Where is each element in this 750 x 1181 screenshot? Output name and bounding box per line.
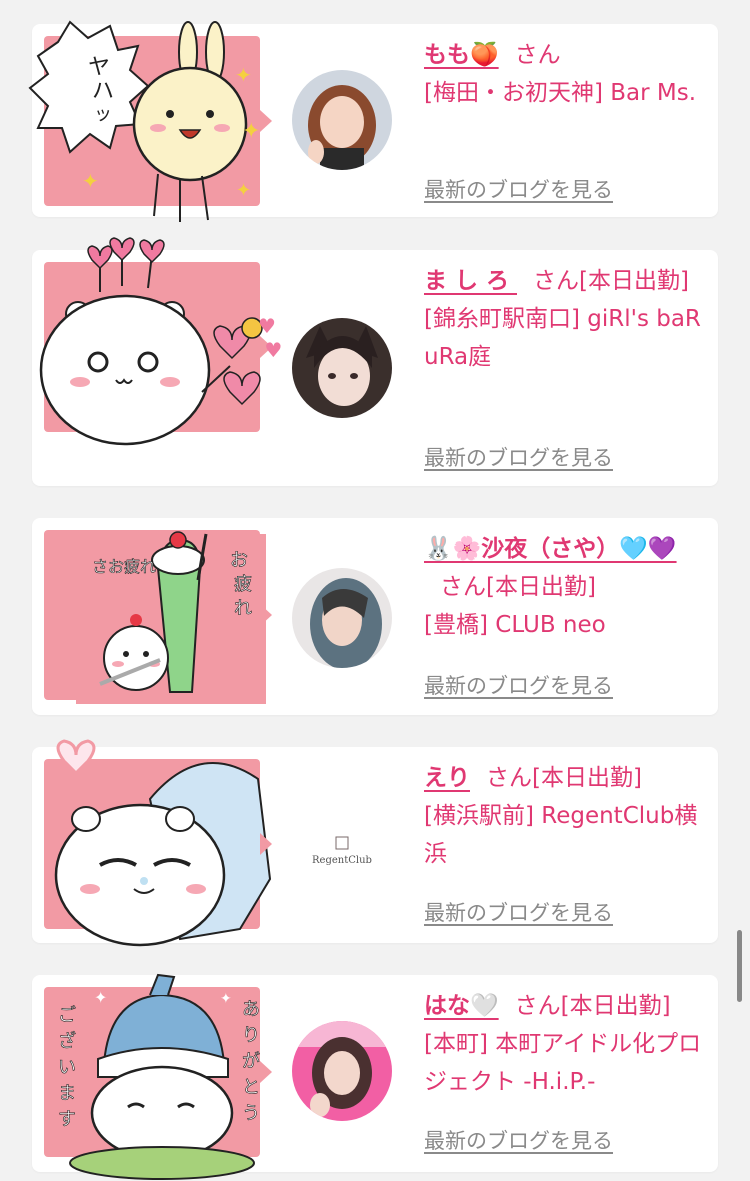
user-avatar[interactable] bbox=[292, 70, 392, 170]
blog-entry-card[interactable]: さお疲れ お 疲 れ 🐰🌸沙夜（さや）🩵💜 さん[本日出勤] [豊橋] CLUB … bbox=[32, 518, 718, 715]
work-status: [本日出勤] bbox=[560, 993, 671, 1019]
svg-text:い: い bbox=[58, 1057, 76, 1078]
latest-blog-link[interactable]: 最新のブログを見る bbox=[424, 442, 613, 472]
latest-blog-link[interactable]: 最新のブログを見る bbox=[424, 1125, 613, 1155]
character-stamp-image: ヤ ハ ッ ✦ ✦ ✦ ✦ bbox=[28, 20, 272, 222]
svg-text:う: う bbox=[242, 1103, 260, 1124]
work-status: [本日出勤] bbox=[486, 574, 596, 600]
svg-text:ご: ご bbox=[58, 1005, 76, 1026]
svg-text:✦: ✦ bbox=[82, 169, 99, 193]
shop-name: [錦糸町駅南口] giRl's baR uRa庭 bbox=[424, 306, 701, 370]
shop-logo-text: RegentClub bbox=[312, 855, 372, 866]
work-status: [本日出勤] bbox=[579, 268, 689, 294]
svg-text:✦: ✦ bbox=[220, 991, 232, 1007]
honorific-label: さん bbox=[486, 765, 532, 791]
shop-name: [豊橋] CLUB neo bbox=[424, 612, 606, 638]
svg-text:と: と bbox=[242, 1077, 260, 1098]
svg-text:ヤ: ヤ bbox=[88, 55, 110, 80]
user-avatar[interactable] bbox=[292, 318, 392, 418]
honorific-label: さん bbox=[514, 42, 561, 68]
honorific-label: さん bbox=[514, 993, 561, 1019]
svg-text:り: り bbox=[242, 1025, 260, 1046]
character-stamp-image: ご ざ い ま す あ り が と う ✦ ✦ bbox=[44, 973, 272, 1180]
svg-text:✦: ✦ bbox=[235, 63, 252, 87]
latest-blog-link[interactable]: 最新のブログを見る bbox=[424, 670, 613, 700]
svg-text:す: す bbox=[58, 1109, 76, 1130]
honorific-label: さん bbox=[533, 268, 579, 294]
svg-text:さお疲れ: さお疲れ bbox=[92, 557, 156, 576]
character-stamp-image: さお疲れ お 疲 れ bbox=[44, 530, 272, 704]
svg-text:✦: ✦ bbox=[94, 988, 107, 1007]
blog-entry-card[interactable]: ヤ ハ ッ ✦ ✦ ✦ ✦ もも🍑さん [梅田・お初天神] Bar Ms. 最 bbox=[28, 20, 718, 222]
svg-text:✦: ✦ bbox=[242, 119, 260, 144]
honorific-label: さん bbox=[440, 574, 486, 600]
user-name-link[interactable]: ましろ bbox=[424, 268, 517, 294]
shop-name: [横浜駅前] RegentClub横浜 bbox=[424, 803, 698, 867]
svg-text:ッ: ッ bbox=[94, 104, 112, 125]
shop-name: [本町] 本町アイドル化プロジェクト -H.i.P.- bbox=[424, 1031, 702, 1095]
svg-text:ざ: ざ bbox=[58, 1030, 76, 1052]
character-stamp-image bbox=[39, 237, 272, 446]
character-stamp-image bbox=[44, 739, 272, 947]
svg-text:あ: あ bbox=[242, 999, 260, 1020]
shop-name: [梅田・お初天神] Bar Ms. bbox=[424, 80, 697, 106]
svg-text:れ: れ bbox=[234, 598, 252, 619]
latest-blog-link[interactable]: 最新のブログを見る bbox=[424, 897, 613, 927]
page-scrollbar[interactable] bbox=[737, 930, 742, 1002]
svg-text:疲: 疲 bbox=[234, 574, 252, 595]
latest-blog-link[interactable]: 最新のブログを見る bbox=[424, 174, 613, 204]
heart-decoration-icon: ♥ ♥ bbox=[258, 314, 283, 362]
svg-text:✦: ✦ bbox=[236, 180, 251, 201]
svg-text:が: が bbox=[242, 1051, 260, 1072]
svg-text:お: お bbox=[230, 550, 248, 571]
blog-entry-card[interactable]: ご ざ い ま す あ り が と う ✦ ✦ はな🤍 さん[本日出勤] [本町… bbox=[32, 973, 718, 1180]
user-name-link[interactable]: 🐰🌸沙夜（さや）🩵💜 bbox=[424, 536, 677, 562]
work-status: [本日出勤] bbox=[532, 765, 642, 791]
user-avatar[interactable] bbox=[292, 568, 392, 668]
user-name-link[interactable]: えり bbox=[424, 765, 470, 791]
user-name-link[interactable]: はな🤍 bbox=[424, 993, 499, 1019]
user-avatar[interactable] bbox=[292, 1021, 392, 1121]
svg-text:ハ: ハ bbox=[92, 79, 114, 104]
user-avatar[interactable]: RegentClub bbox=[292, 801, 392, 901]
blog-entry-card[interactable]: ♥ ♥ ましろ さん[本日出勤] [錦糸町駅南口] giRl's baR uRa庭… bbox=[32, 237, 718, 486]
blog-entry-card[interactable]: RegentClub えり さん[本日出勤] [横浜駅前] RegentClub横… bbox=[32, 739, 718, 947]
svg-text:ま: ま bbox=[58, 1083, 76, 1104]
user-name-link[interactable]: もも🍑 bbox=[424, 42, 499, 68]
